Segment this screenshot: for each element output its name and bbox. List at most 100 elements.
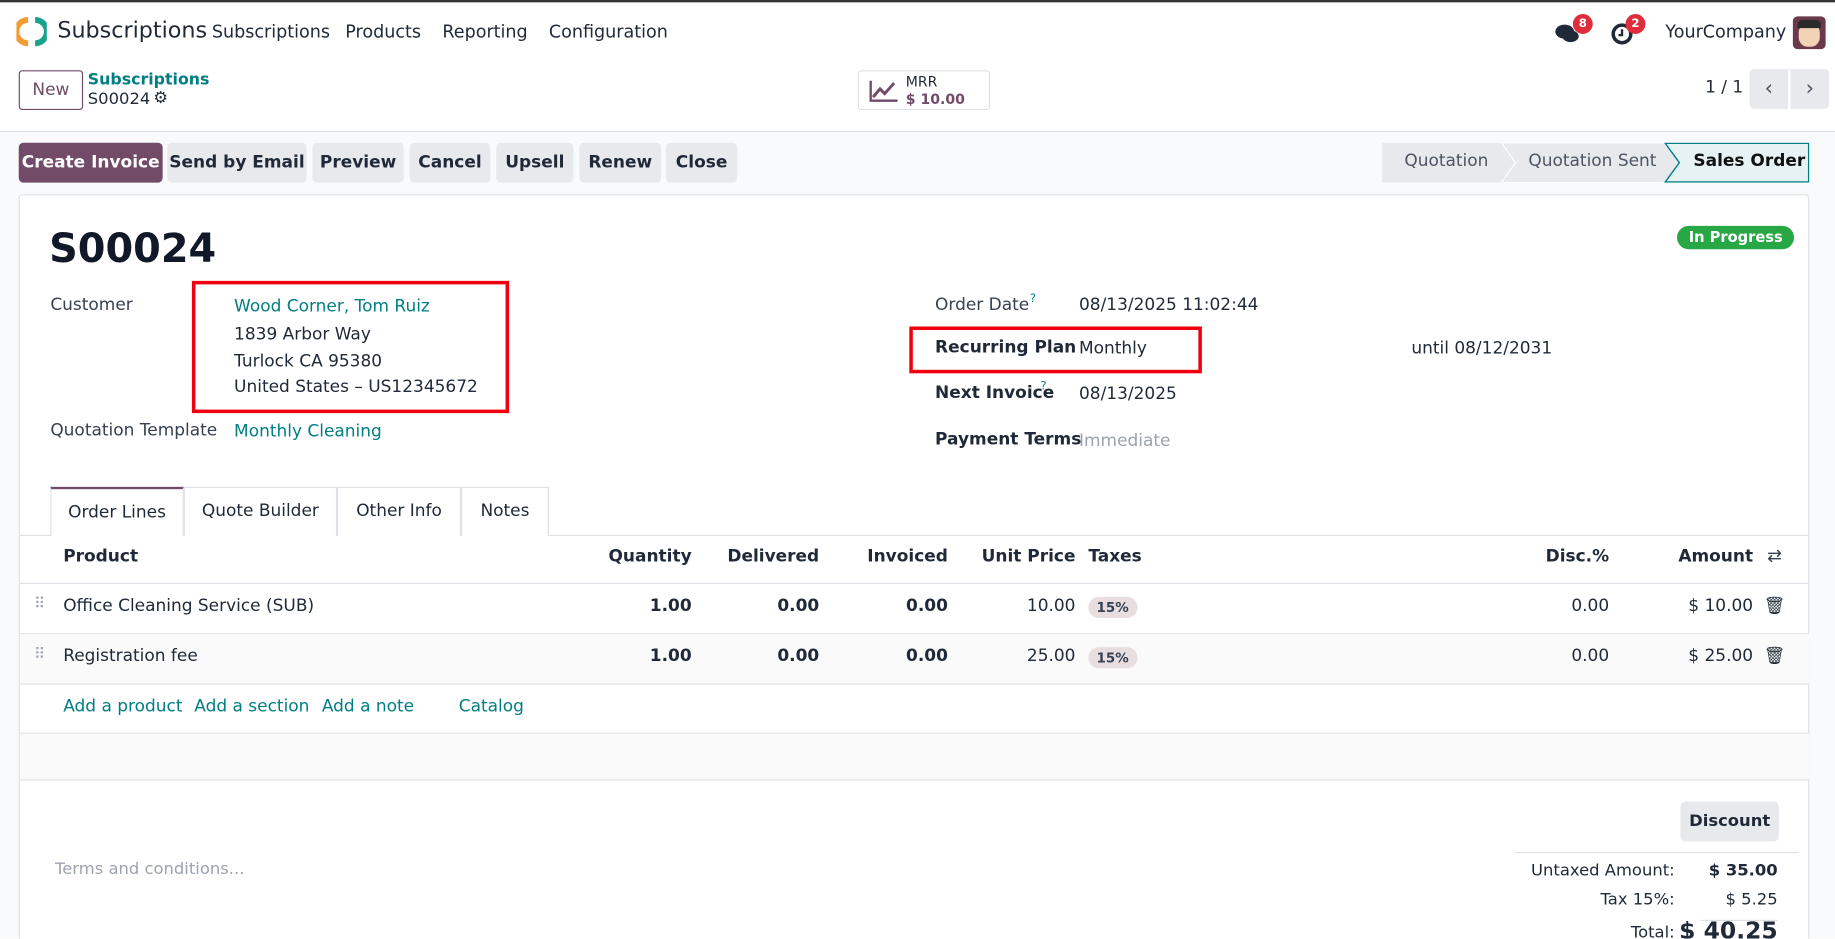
tab-notes[interactable]: Notes	[461, 486, 549, 536]
total-label: Total:	[1630, 923, 1675, 939]
messages-badge: 8	[1572, 14, 1593, 34]
pager-previous-icon[interactable]: ‹	[1749, 69, 1789, 109]
catalog-link[interactable]: Catalog	[459, 697, 524, 716]
menu-products[interactable]: Products	[345, 21, 421, 42]
invoiced-cell[interactable]: 0.00	[906, 647, 948, 666]
preview-button[interactable]: Preview	[312, 142, 404, 183]
end-date-field[interactable]: until 08/12/2031	[1411, 339, 1552, 358]
col-quantity[interactable]: Quantity	[608, 548, 691, 567]
pager-next-icon[interactable]: ›	[1790, 69, 1830, 109]
tax-amount: $ 5.25	[1725, 890, 1778, 910]
create-invoice-button[interactable]: Create Invoice	[18, 142, 163, 183]
status-bar: Quotation Quotation Sent Sales Order	[1382, 142, 1810, 183]
stage-quotation-sent[interactable]: Quotation Sent	[1528, 152, 1656, 171]
quantity-cell[interactable]: 1.00	[650, 647, 692, 666]
order-date-label: Order Date	[935, 296, 1030, 315]
tax-badge[interactable]: 15%	[1088, 596, 1137, 618]
product-cell[interactable]: Registration fee	[63, 647, 198, 666]
menu-subscriptions[interactable]: Subscriptions	[212, 21, 330, 42]
pager-value[interactable]: 1 / 1	[1705, 78, 1743, 97]
tab-order-lines[interactable]: Order Lines	[50, 486, 184, 536]
col-unit-price[interactable]: Unit Price	[982, 548, 1076, 567]
send-by-email-button[interactable]: Send by Email	[167, 142, 307, 183]
drag-handle-icon[interactable]: ⠿	[34, 596, 45, 614]
activities-button[interactable]: 2	[1610, 14, 1646, 49]
tab-quote-builder[interactable]: Quote Builder	[183, 486, 338, 536]
messages-button[interactable]: 8	[1554, 14, 1593, 49]
mrr-label: MRR	[905, 73, 938, 91]
col-amount[interactable]: Amount	[1678, 548, 1753, 567]
product-cell[interactable]: Office Cleaning Service (SUB)	[63, 597, 314, 616]
mrr-value: $ 10.00	[905, 91, 965, 108]
quotation-template-field[interactable]: Monthly Cleaning	[234, 422, 382, 441]
total-amount: $ 40.25	[1679, 916, 1778, 939]
help-icon[interactable]: ?	[1030, 293, 1036, 306]
close-button[interactable]: Close	[665, 142, 738, 183]
col-invoiced[interactable]: Invoiced	[867, 548, 948, 567]
tax-badge[interactable]: 15%	[1088, 647, 1137, 669]
payment-terms-field[interactable]: Immediate	[1079, 432, 1170, 451]
stage-sales-order[interactable]: Sales Order	[1693, 152, 1805, 171]
record-title: S00024	[49, 225, 217, 273]
breadcrumb-subscriptions[interactable]: Subscriptions	[88, 70, 210, 89]
next-invoice-label: Next Invoice	[935, 383, 1055, 403]
address-line: Turlock CA 95380	[234, 352, 383, 371]
payment-terms-label: Payment Terms	[935, 430, 1082, 450]
amount-cell[interactable]: $ 10.00	[1688, 597, 1753, 616]
table-empty-area	[19, 733, 1810, 780]
unit-price-cell[interactable]: 25.00	[1027, 647, 1076, 666]
address-line: 1839 Arbor Way	[234, 325, 371, 345]
discount-button[interactable]: Discount	[1680, 801, 1779, 842]
recurring-plan-field[interactable]: Monthly	[1079, 339, 1147, 358]
delivered-cell[interactable]: 0.00	[777, 597, 819, 616]
col-delivered[interactable]: Delivered	[727, 548, 819, 567]
divider	[1514, 851, 1799, 854]
col-disc[interactable]: Disc.%	[1546, 548, 1610, 567]
tab-other-info[interactable]: Other Info	[337, 486, 462, 536]
optional-columns-icon[interactable]: ⇄	[1767, 545, 1782, 566]
drag-handle-icon[interactable]: ⠿	[34, 646, 45, 664]
menu-configuration[interactable]: Configuration	[549, 21, 668, 42]
quotation-template-label: Quotation Template	[50, 421, 218, 441]
add-section-link[interactable]: Add a section	[194, 697, 309, 716]
gear-icon[interactable]: ⚙	[153, 89, 168, 108]
order-date-field[interactable]: 08/13/2025 11:02:44	[1079, 296, 1258, 315]
address-line: United States – US12345672	[234, 378, 478, 397]
divider	[19, 779, 1810, 781]
subscriptions-logo-icon[interactable]	[16, 16, 47, 47]
line-chart-icon	[869, 80, 898, 102]
trash-icon[interactable]: 🗑	[1764, 596, 1786, 616]
quantity-cell[interactable]: 1.00	[650, 597, 692, 616]
company-switcher[interactable]: YourCompany	[1665, 21, 1786, 42]
tax-label: Tax 15%:	[1600, 890, 1675, 910]
app-title[interactable]: Subscriptions	[57, 18, 207, 44]
untaxed-amount: $ 35.00	[1708, 861, 1778, 881]
amount-cell[interactable]: $ 25.00	[1688, 647, 1753, 666]
untaxed-label: Untaxed Amount:	[1531, 861, 1675, 881]
stage-quotation[interactable]: Quotation	[1404, 152, 1488, 171]
user-avatar[interactable]	[1792, 16, 1826, 50]
delivered-cell[interactable]: 0.00	[777, 647, 819, 666]
terms-input[interactable]: Terms and conditions...	[55, 860, 244, 879]
invoiced-cell[interactable]: 0.00	[906, 597, 948, 616]
unit-price-cell[interactable]: 10.00	[1027, 597, 1076, 616]
customer-label: Customer	[50, 296, 133, 315]
customer-link[interactable]: Wood Corner, Tom Ruiz	[234, 297, 430, 316]
help-icon[interactable]: ?	[1040, 380, 1046, 393]
add-product-link[interactable]: Add a product	[63, 697, 182, 716]
upsell-button[interactable]: Upsell	[496, 142, 574, 183]
mrr-smart-button[interactable]: MRR $ 10.00	[857, 70, 991, 111]
discount-cell[interactable]: 0.00	[1571, 647, 1609, 666]
menu-reporting[interactable]: Reporting	[442, 21, 527, 42]
discount-cell[interactable]: 0.00	[1571, 597, 1609, 616]
add-note-link[interactable]: Add a note	[322, 697, 414, 716]
renew-button[interactable]: Renew	[579, 142, 662, 183]
cancel-button[interactable]: Cancel	[409, 142, 491, 183]
trash-icon[interactable]: 🗑	[1764, 646, 1786, 666]
activities-badge: 2	[1625, 14, 1646, 34]
new-button[interactable]: New	[18, 70, 84, 111]
col-taxes[interactable]: Taxes	[1088, 548, 1141, 567]
status-badge: In Progress	[1677, 225, 1795, 250]
col-product[interactable]: Product	[63, 548, 138, 567]
next-invoice-field[interactable]: 08/13/2025	[1079, 385, 1177, 404]
